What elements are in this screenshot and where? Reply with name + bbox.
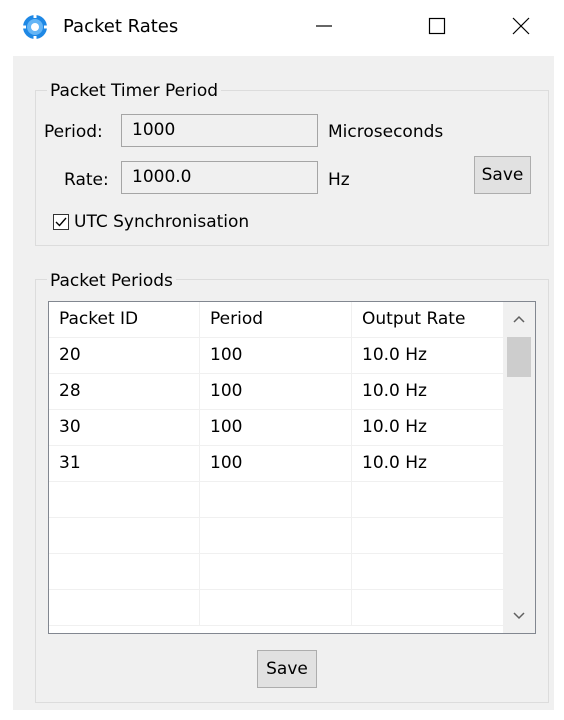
cell-packet-id: 30 (49, 410, 200, 446)
cell-period[interactable]: 100 (200, 338, 352, 374)
table-row[interactable]: 20 100 10.0 Hz (49, 338, 503, 374)
window-title: Packet Rates (63, 16, 179, 37)
close-icon (512, 17, 530, 35)
empty-cell (200, 554, 352, 590)
periods-save-button[interactable]: Save (257, 650, 317, 688)
cell-period[interactable]: 100 (200, 374, 352, 410)
column-header-output-rate[interactable]: Output Rate (352, 302, 503, 338)
cell-packet-id: 28 (49, 374, 200, 410)
utc-sync-label[interactable]: UTC Synchronisation (74, 211, 249, 233)
rate-unit-label: Hz (328, 170, 350, 190)
empty-table-row (49, 554, 503, 590)
minimize-icon (316, 25, 332, 27)
chevron-down-icon (513, 612, 525, 620)
empty-cell (49, 554, 200, 590)
maximize-icon (428, 17, 446, 35)
empty-table-row (49, 518, 503, 554)
period-label: Period: (44, 122, 103, 142)
utc-sync-checkbox[interactable] (53, 214, 69, 230)
empty-cell (200, 590, 352, 626)
packet-rates-window: Packet Rates Packet Timer Period Period:… (0, 0, 564, 720)
table-row[interactable]: 31 100 10.0 Hz (49, 446, 503, 482)
vertical-scrollbar[interactable] (503, 302, 535, 633)
cell-output-rate: 10.0 Hz (362, 453, 427, 473)
rate-field[interactable]: 1000.0 (121, 161, 318, 194)
gear-globe-icon (22, 14, 48, 40)
cell-output-rate: 10.0 Hz (362, 345, 427, 365)
title-bar[interactable]: Packet Rates (0, 0, 564, 52)
period-field[interactable]: 1000 (121, 114, 318, 147)
empty-cell (49, 482, 200, 518)
maximize-button[interactable] (404, 0, 470, 52)
empty-cell (352, 518, 503, 554)
rate-label: Rate: (64, 170, 109, 190)
packet-periods-table[interactable]: Packet ID Period Output Rate 20 100 10.0… (48, 301, 536, 634)
table-row[interactable]: 28 100 10.0 Hz (49, 374, 503, 410)
cell-period[interactable]: 100 (200, 446, 352, 482)
cell-packet-id: 31 (49, 446, 200, 482)
empty-cell (49, 518, 200, 554)
empty-table-row (49, 482, 503, 518)
cell-packet-id: 20 (49, 338, 200, 374)
column-header-period[interactable]: Period (200, 302, 352, 338)
empty-cell (200, 518, 352, 554)
empty-cell (352, 590, 503, 626)
empty-table-row (49, 590, 503, 626)
table-header: Packet ID Period Output Rate (49, 302, 503, 338)
minimize-button[interactable] (291, 0, 357, 52)
timer-save-button[interactable]: Save (474, 156, 531, 194)
checkmark-icon (55, 217, 67, 227)
scroll-thumb[interactable] (507, 337, 531, 377)
packet-periods-title: Packet Periods (47, 270, 176, 292)
cell-period[interactable]: 100 (200, 410, 352, 446)
table-row[interactable]: 30 100 10.0 Hz (49, 410, 503, 446)
packet-timer-period-title: Packet Timer Period (47, 80, 222, 102)
close-button[interactable] (488, 0, 554, 52)
empty-cell (352, 554, 503, 590)
column-header-packet-id[interactable]: Packet ID (49, 302, 200, 338)
period-unit-label: Microseconds (328, 122, 444, 142)
scroll-up-button[interactable] (503, 302, 535, 336)
client-area: Packet Timer Period Period: 1000 Microse… (13, 56, 554, 710)
empty-cell (200, 482, 352, 518)
cell-output-rate: 10.0 Hz (362, 417, 427, 437)
empty-cell (49, 590, 200, 626)
chevron-up-icon (513, 315, 525, 323)
cell-output-rate: 10.0 Hz (362, 381, 427, 401)
scroll-down-button[interactable] (503, 599, 535, 633)
empty-cell (352, 482, 503, 518)
